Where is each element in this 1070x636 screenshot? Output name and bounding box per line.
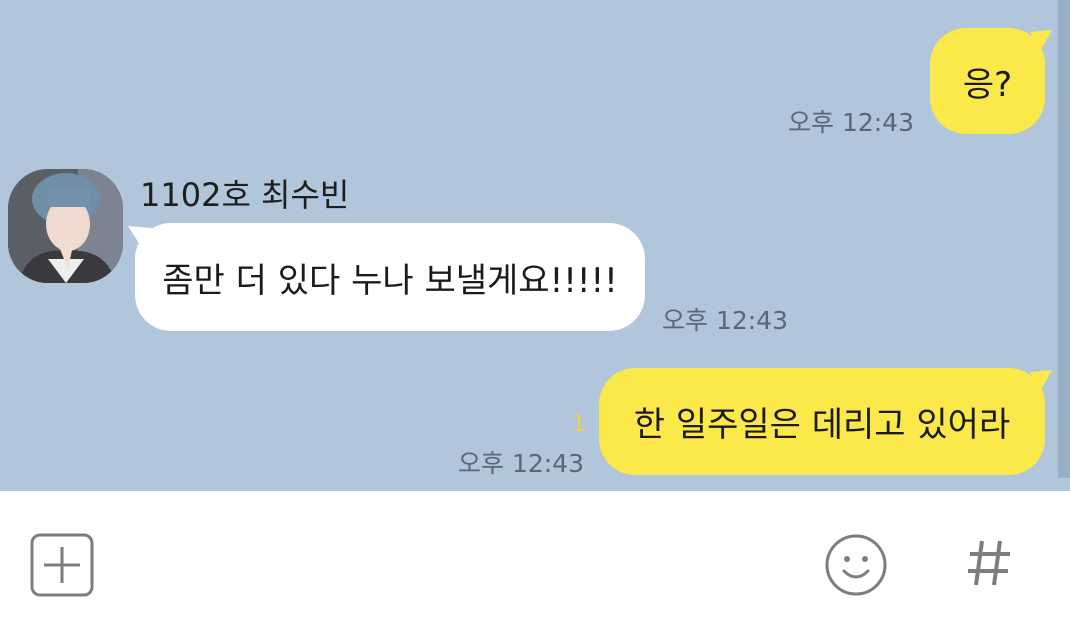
unread-count: 1: [572, 412, 586, 437]
message-text: 응?: [962, 64, 1013, 105]
message-text: 한 일주일은 데리고 있어라: [633, 405, 1011, 445]
message-text: 좀만 더 있다 누나 보낼게요!!!!!: [162, 260, 618, 301]
message-time: 오후 12:43: [458, 449, 584, 478]
my-message-bubble[interactable]: 한 일주일은 데리고 있어라: [599, 368, 1045, 475]
message-time: 오후 12:43: [788, 108, 914, 137]
my-message-bubble[interactable]: 응?: [930, 28, 1045, 134]
scrollbar[interactable]: [1058, 0, 1070, 478]
smiley-icon[interactable]: [824, 533, 888, 597]
message-time: 오후 12:43: [662, 306, 788, 335]
bubble-tail: [1030, 30, 1052, 52]
received-message-bubble[interactable]: 좀만 더 있다 누나 보낼게요!!!!!: [135, 223, 645, 331]
hash-icon[interactable]: [962, 535, 1018, 591]
bubble-tail: [1030, 370, 1052, 392]
sender-name: 1102호 최수빈: [140, 176, 350, 214]
chat-area[interactable]: 응? 오후 12:43 1102호 최수빈 좀만 더 있다 누나 보낼게요!!!…: [0, 0, 1070, 491]
input-bar: [0, 491, 1070, 636]
avatar-photo: [8, 169, 123, 283]
avatar[interactable]: [8, 169, 123, 283]
bubble-tail: [128, 226, 152, 248]
plus-square-icon[interactable]: [30, 533, 94, 597]
